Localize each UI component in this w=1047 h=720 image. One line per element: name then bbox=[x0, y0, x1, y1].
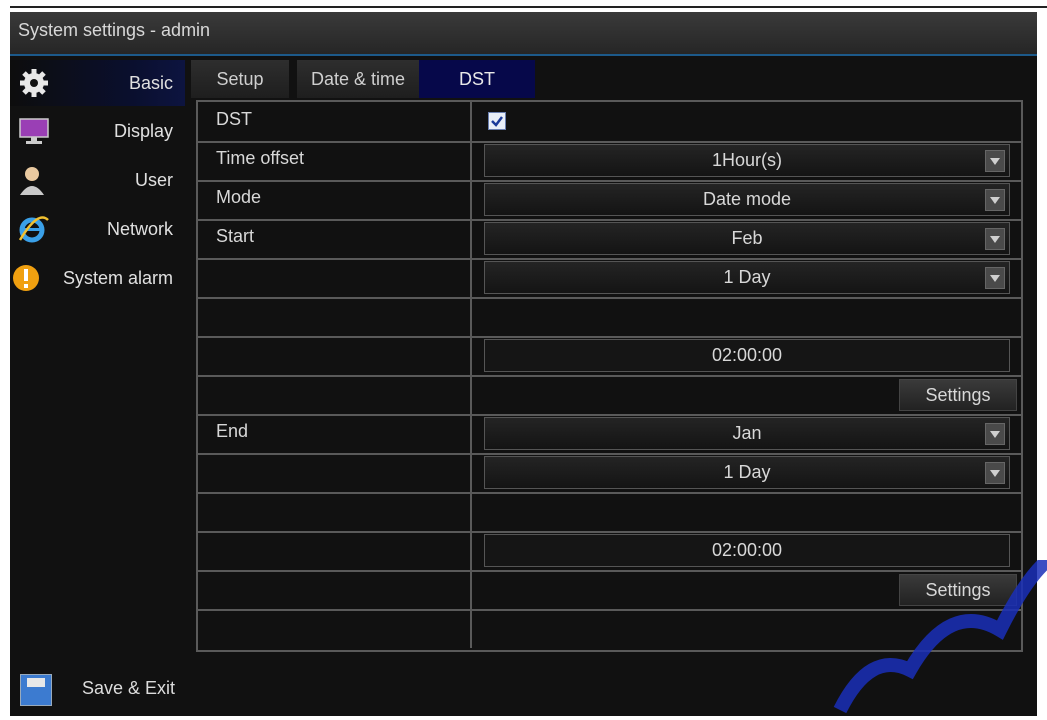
end-empty-row bbox=[198, 492, 1021, 533]
mode-label: Mode bbox=[198, 180, 472, 219]
tab-bar: Setup Date & time DST bbox=[185, 56, 1037, 98]
start-day-row: 1 Day bbox=[198, 258, 1021, 299]
title-bar: System settings - admin bbox=[10, 12, 1037, 56]
user-icon bbox=[20, 167, 44, 195]
start-day-select[interactable]: 1 Day bbox=[484, 261, 1010, 294]
tab-setup[interactable]: Setup bbox=[191, 60, 289, 98]
sidebar-item-system-alarm[interactable]: System alarm bbox=[10, 255, 185, 301]
start-month-value: Feb bbox=[731, 228, 763, 248]
start-month-row: Start Feb bbox=[198, 219, 1021, 260]
end-month-select[interactable]: Jan bbox=[484, 417, 1010, 450]
tab-date-time[interactable]: Date & time bbox=[297, 60, 419, 98]
sidebar-item-label: Network bbox=[106, 219, 173, 239]
chevron-down-icon bbox=[985, 228, 1005, 250]
sidebar-item-network[interactable]: Network bbox=[10, 206, 185, 252]
chevron-down-icon bbox=[985, 462, 1005, 484]
gear-icon bbox=[20, 69, 48, 97]
end-month-row: End Jan bbox=[198, 414, 1021, 455]
sidebar-item-label: Display bbox=[113, 121, 173, 141]
dst-checkbox[interactable] bbox=[488, 112, 506, 130]
time-offset-label: Time offset bbox=[198, 141, 472, 180]
alarm-icon bbox=[13, 265, 39, 291]
mode-value: Date mode bbox=[702, 189, 792, 209]
sidebar-item-user[interactable]: User bbox=[10, 157, 185, 203]
start-settings-row: Settings bbox=[198, 375, 1021, 416]
monitor-icon bbox=[19, 118, 49, 144]
internet-explorer-icon bbox=[18, 216, 49, 243]
sidebar-item-display[interactable]: Display bbox=[10, 108, 185, 154]
mode-select[interactable]: Date mode bbox=[484, 183, 1010, 216]
time-offset-value: 1Hour(s) bbox=[711, 150, 782, 170]
chevron-down-icon bbox=[985, 150, 1005, 172]
start-time-row: 02:00:00 bbox=[198, 336, 1021, 377]
sidebar-item-label: User bbox=[134, 170, 173, 190]
floppy-disk-icon bbox=[20, 674, 52, 706]
chevron-down-icon bbox=[985, 189, 1005, 211]
tab-dst[interactable]: DST bbox=[419, 60, 535, 98]
sidebar-item-basic[interactable]: Basic bbox=[10, 60, 185, 106]
mode-row: Mode Date mode bbox=[198, 180, 1021, 221]
time-offset-select[interactable]: 1Hour(s) bbox=[484, 144, 1010, 177]
end-day-row: 1 Day bbox=[198, 453, 1021, 494]
dst-label: DST bbox=[198, 102, 472, 141]
start-day-value: 1 Day bbox=[723, 267, 771, 287]
watermark bbox=[833, 560, 1047, 714]
save-exit-label: Save & Exit bbox=[82, 678, 176, 698]
chevron-down-icon bbox=[985, 267, 1005, 289]
end-day-value: 1 Day bbox=[723, 462, 771, 482]
sidebar-item-label: Basic bbox=[128, 73, 173, 93]
start-settings-button[interactable]: Settings bbox=[899, 379, 1017, 411]
start-label: Start bbox=[198, 219, 472, 258]
start-month-select[interactable]: Feb bbox=[484, 222, 1010, 255]
dst-row: DST bbox=[198, 102, 1021, 143]
end-month-value: Jan bbox=[732, 423, 762, 443]
save-exit-button[interactable]: Save & Exit bbox=[10, 666, 185, 712]
end-label: End bbox=[198, 414, 472, 453]
start-time-field[interactable]: 02:00:00 bbox=[484, 339, 1010, 372]
end-day-select[interactable]: 1 Day bbox=[484, 456, 1010, 489]
sidebar: Basic Display User Network System alarm bbox=[10, 56, 185, 716]
window-title: System settings - admin bbox=[18, 20, 211, 40]
start-empty-row bbox=[198, 297, 1021, 338]
sidebar-item-label: System alarm bbox=[62, 268, 173, 288]
page-top-rule bbox=[10, 6, 1047, 8]
time-offset-row: Time offset 1Hour(s) bbox=[198, 141, 1021, 182]
chevron-down-icon bbox=[985, 423, 1005, 445]
